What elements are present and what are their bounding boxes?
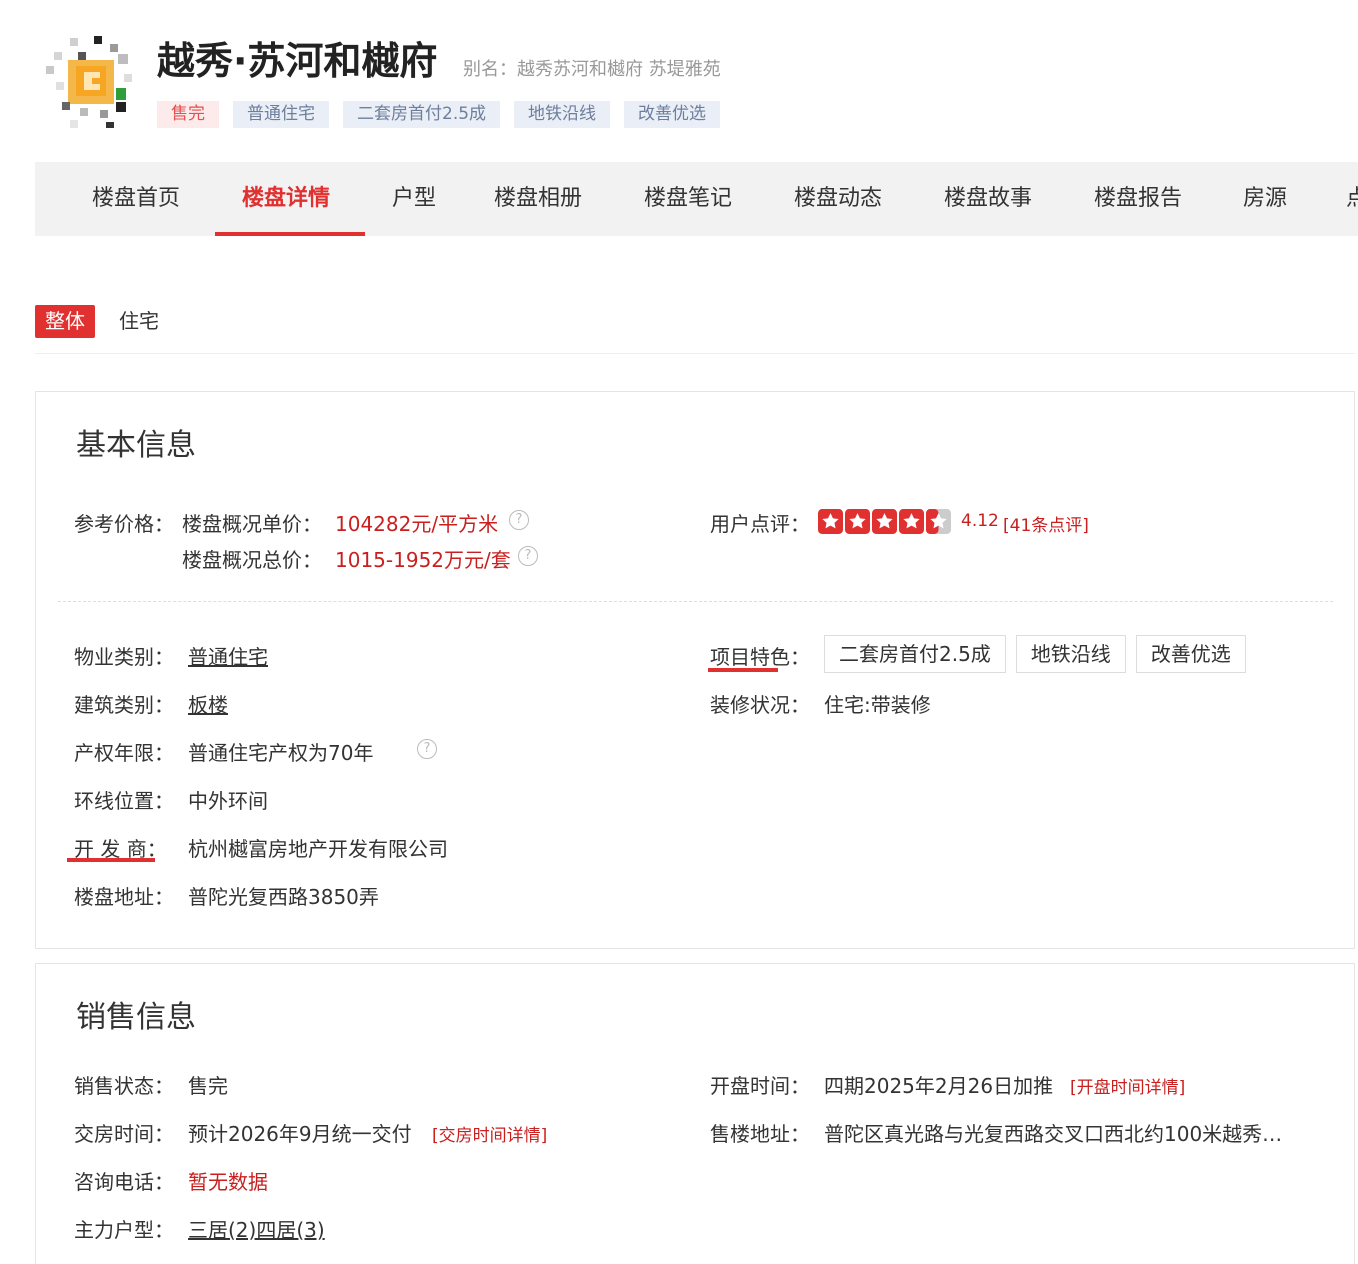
tenure-label: 产权年限： (74, 741, 174, 765)
unit-price-help-icon[interactable]: ? (509, 510, 529, 530)
nav-details[interactable]: 楼盘详情 (242, 162, 330, 236)
sale-status-label: 销售状态： (74, 1074, 174, 1098)
features-highlight-underline (708, 668, 778, 672)
total-price-help-icon[interactable]: ? (518, 546, 538, 566)
nav-stories[interactable]: 楼盘故事 (944, 162, 1032, 236)
tag-down-payment: 二套房首付2.5成 (343, 101, 501, 128)
tag-sale-status: 售完 (157, 101, 219, 128)
tag-upgrade: 改善优选 (624, 101, 721, 128)
decoration-value: 住宅:带装修 (824, 693, 931, 717)
developer-value: 杭州樾富房地产开发有限公司 (188, 837, 448, 861)
project-nav: 楼盘首页 楼盘详情 户型 楼盘相册 楼盘笔记 楼盘动态 楼盘故事 楼盘报告 房源… (35, 162, 1358, 236)
price-label: 参考价格： (74, 512, 174, 536)
sales-info-title: 销售信息 (76, 1000, 196, 1035)
ring-label: 环线位置： (74, 789, 174, 813)
star-icon (845, 509, 870, 534)
category-switch: 整体 住宅 (35, 305, 1355, 354)
tenure-value: 普通住宅产权为70年 (188, 741, 374, 765)
main-type-value[interactable]: 三居(2)四居(3) (188, 1214, 325, 1243)
tag-metro: 地铁沿线 (514, 101, 611, 128)
phone-label: 咨询电话： (74, 1170, 174, 1194)
address-value: 普陀光复西路3850弄 (188, 885, 379, 909)
nav-home[interactable]: 楼盘首页 (92, 162, 180, 236)
project-alias: 别名：越秀苏河和樾府 苏堤雅苑 (463, 59, 721, 80)
rating-stars (818, 509, 951, 534)
star-icon (899, 509, 924, 534)
feature-tag[interactable]: 改善优选 (1135, 635, 1246, 673)
project-title: 越秀·苏河和樾府 (157, 39, 438, 83)
decoration-label: 装修状况： (710, 693, 810, 717)
delivery-details-link[interactable]: [交房时间详情] (432, 1121, 547, 1146)
main-type-label: 主力户型： (74, 1218, 174, 1242)
opening-value: 四期2025年2月26日加推 (824, 1074, 1054, 1098)
star-icon (818, 509, 843, 534)
nav-more[interactable]: 点 (1346, 162, 1358, 236)
project-logo (40, 30, 140, 130)
sale-status-value: 售完 (188, 1074, 228, 1098)
basic-info-card: 基本信息 参考价格： 楼盘概况单价： 104282元/平方米 ? 楼盘概况总价：… (35, 391, 1355, 949)
property-type-value[interactable]: 普通住宅 (188, 641, 268, 670)
category-residential[interactable]: 住宅 (119, 305, 159, 338)
ring-value: 中外环间 (188, 789, 268, 813)
sales-info-card: 销售信息 销售状态： 售完 交房时间： 预计2026年9月统一交付 [交房时间详… (35, 963, 1355, 1264)
nav-news[interactable]: 楼盘动态 (794, 162, 882, 236)
nav-active-indicator (215, 232, 365, 236)
feature-tag[interactable]: 地铁沿线 (1015, 635, 1126, 673)
unit-price-label: 楼盘概况单价： (182, 512, 322, 536)
address-label: 楼盘地址： (74, 885, 174, 909)
feature-tags: 二套房首付2.5成 地铁沿线 改善优选 (824, 635, 1246, 673)
total-price-label: 楼盘概况总价： (182, 548, 322, 572)
features-label: 项目特色： (710, 645, 810, 669)
rating-score: 4.12 (961, 511, 999, 531)
sales-address-value: 普陀区真光路与光复西路交叉口西北约100米越秀… (824, 1122, 1283, 1146)
nav-reports[interactable]: 楼盘报告 (1094, 162, 1182, 236)
nav-floor-plans[interactable]: 户型 (392, 162, 436, 236)
feature-tag[interactable]: 二套房首付2.5成 (824, 635, 1006, 673)
delivery-label: 交房时间： (74, 1122, 174, 1146)
property-type-label: 物业类别： (74, 645, 174, 669)
building-type-label: 建筑类别： (74, 693, 174, 717)
rating-label: 用户点评： (710, 512, 810, 536)
phone-value: 暂无数据 (188, 1170, 268, 1194)
category-overall[interactable]: 整体 (35, 305, 95, 338)
sales-address-label: 售楼地址： (710, 1122, 810, 1146)
building-type-value[interactable]: 板楼 (188, 689, 228, 718)
tag-property-type: 普通住宅 (233, 101, 329, 128)
star-half-icon (926, 509, 951, 534)
nav-listings[interactable]: 房源 (1243, 162, 1287, 236)
developer-highlight-underline (67, 858, 155, 862)
tenure-help-icon[interactable]: ? (417, 739, 437, 759)
rating-count-link[interactable]: [41条点评] (1003, 511, 1089, 536)
nav-album[interactable]: 楼盘相册 (494, 162, 582, 236)
opening-details-link[interactable]: [开盘时间详情] (1070, 1073, 1185, 1098)
basic-info-title: 基本信息 (76, 428, 196, 463)
delivery-value: 预计2026年9月统一交付 (188, 1122, 412, 1146)
total-price-value: 1015-1952万元/套 (335, 548, 511, 572)
unit-price-value: 104282元/平方米 (335, 512, 499, 536)
nav-notes[interactable]: 楼盘笔记 (644, 162, 732, 236)
opening-label: 开盘时间： (710, 1074, 810, 1098)
star-icon (872, 509, 897, 534)
section-divider (58, 601, 1333, 602)
project-tags: 售完 普通住宅 二套房首付2.5成 地铁沿线 改善优选 (157, 101, 721, 128)
